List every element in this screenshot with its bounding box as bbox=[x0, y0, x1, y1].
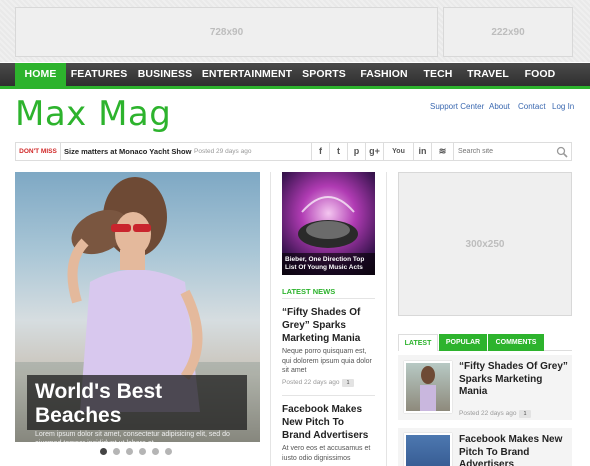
hero-text: Lorem ipsum dolor sit amet, consectetur … bbox=[35, 431, 230, 442]
news-excerpt: Neque porro quisquam est, qui dolorem ip… bbox=[282, 348, 372, 374]
hero-title[interactable]: World's Best Beaches bbox=[35, 380, 239, 428]
nav-item-fashion[interactable]: FASHION bbox=[356, 63, 412, 86]
news-excerpt: At vero eos et accusamus et iusto odio d… bbox=[282, 445, 371, 462]
slider-dot[interactable] bbox=[139, 448, 146, 455]
news-title[interactable]: “Fifty Shades Of Grey” Sparks Marketing … bbox=[282, 306, 375, 345]
linkedin-icon[interactable]: in bbox=[413, 143, 431, 160]
sidebar-item-title[interactable]: “Fifty Shades Of Grey” Sparks Marketing … bbox=[459, 361, 569, 399]
nav-item-sports[interactable]: SPORTS bbox=[300, 63, 348, 86]
tab-latest[interactable]: LATEST bbox=[398, 334, 438, 351]
nav-item-tech[interactable]: TECH bbox=[420, 63, 456, 86]
hero-slide[interactable]: World's Best Beaches Lorem ipsum dolor s… bbox=[15, 172, 260, 442]
search-icon[interactable] bbox=[556, 146, 568, 158]
slider-dot[interactable] bbox=[113, 448, 120, 455]
nav-item-food[interactable]: FOOD bbox=[520, 63, 560, 86]
ad-small[interactable]: 222x90 bbox=[443, 7, 573, 57]
ad-rectangle[interactable]: 300x250 bbox=[398, 172, 572, 316]
slider-dot[interactable] bbox=[152, 448, 159, 455]
separator bbox=[282, 298, 375, 299]
rss-icon[interactable]: ≋ bbox=[431, 143, 453, 160]
slider-dot[interactable] bbox=[100, 448, 107, 455]
news-date: Posted 22 days ago bbox=[282, 379, 340, 386]
slider-dot[interactable] bbox=[165, 448, 172, 455]
sidebar-item-title[interactable]: Facebook Makes New Pitch To Brand Advert… bbox=[459, 434, 569, 466]
link-login[interactable]: Log In bbox=[552, 102, 574, 111]
comment-count-badge[interactable]: 1 bbox=[519, 410, 531, 418]
separator bbox=[282, 395, 375, 396]
tab-popular[interactable]: POPULAR bbox=[439, 334, 487, 351]
dont-miss-label: DON'T MISS bbox=[16, 143, 61, 160]
link-support-center[interactable]: Support Center bbox=[430, 102, 484, 111]
sidebar-thumb[interactable] bbox=[404, 361, 452, 413]
nav-item-entertainment[interactable]: ENTERTAINMENT bbox=[201, 63, 293, 86]
search-box bbox=[453, 143, 572, 160]
twitter-icon[interactable]: t bbox=[329, 143, 347, 160]
search-input[interactable] bbox=[458, 145, 554, 158]
featured-caption: Bieber, One Direction Top List Of Young … bbox=[282, 253, 375, 275]
nav-item-features[interactable]: FEATURES bbox=[70, 63, 128, 86]
top-ad-band: 728x90 222x90 bbox=[0, 0, 590, 62]
pinterest-icon[interactable]: p bbox=[347, 143, 365, 160]
facebook-icon[interactable]: f bbox=[311, 143, 329, 160]
featured-story[interactable]: Bieber, One Direction Top List Of Young … bbox=[282, 172, 375, 275]
link-about[interactable]: About bbox=[489, 102, 510, 111]
nav-item-business[interactable]: BUSINESS bbox=[136, 63, 194, 86]
column-divider bbox=[386, 172, 387, 466]
column-divider bbox=[270, 172, 271, 466]
main-nav: HOME FEATURES BUSINESS ENTERTAINMENT SPO… bbox=[0, 63, 590, 89]
sidebar-tabs: LATEST POPULAR COMMENTS bbox=[398, 334, 572, 351]
link-contact[interactable]: Contact bbox=[518, 102, 546, 111]
news-title[interactable]: Facebook Makes New Pitch To Brand Advert… bbox=[282, 403, 375, 442]
sidebar-thumb[interactable] bbox=[404, 433, 452, 466]
nav-item-travel[interactable]: TRAVEL bbox=[464, 63, 512, 86]
ad-leaderboard[interactable]: 728x90 bbox=[15, 7, 438, 57]
site-logo[interactable]: Max Mag bbox=[15, 94, 171, 134]
ticker-headline[interactable]: Size matters at Monaco Yacht Show bbox=[64, 143, 191, 160]
sidebar-item-date: Posted 22 days ago bbox=[459, 410, 517, 417]
slider-dot[interactable] bbox=[126, 448, 133, 455]
ticker-date: Posted 29 days ago bbox=[194, 148, 252, 155]
ticker-bar: DON'T MISS Size matters at Monaco Yacht … bbox=[15, 142, 572, 161]
comment-count-badge[interactable]: 1 bbox=[342, 379, 354, 387]
youtube-icon[interactable]: You bbox=[383, 143, 413, 160]
hero-caption: World's Best Beaches Lorem ipsum dolor s… bbox=[27, 375, 247, 442]
slider-dots bbox=[100, 448, 172, 455]
latest-news-heading: LATEST NEWS bbox=[282, 287, 336, 296]
tab-comments[interactable]: COMMENTS bbox=[488, 334, 544, 351]
google-plus-icon[interactable]: g+ bbox=[365, 143, 383, 160]
nav-item-home[interactable]: HOME bbox=[15, 63, 66, 86]
